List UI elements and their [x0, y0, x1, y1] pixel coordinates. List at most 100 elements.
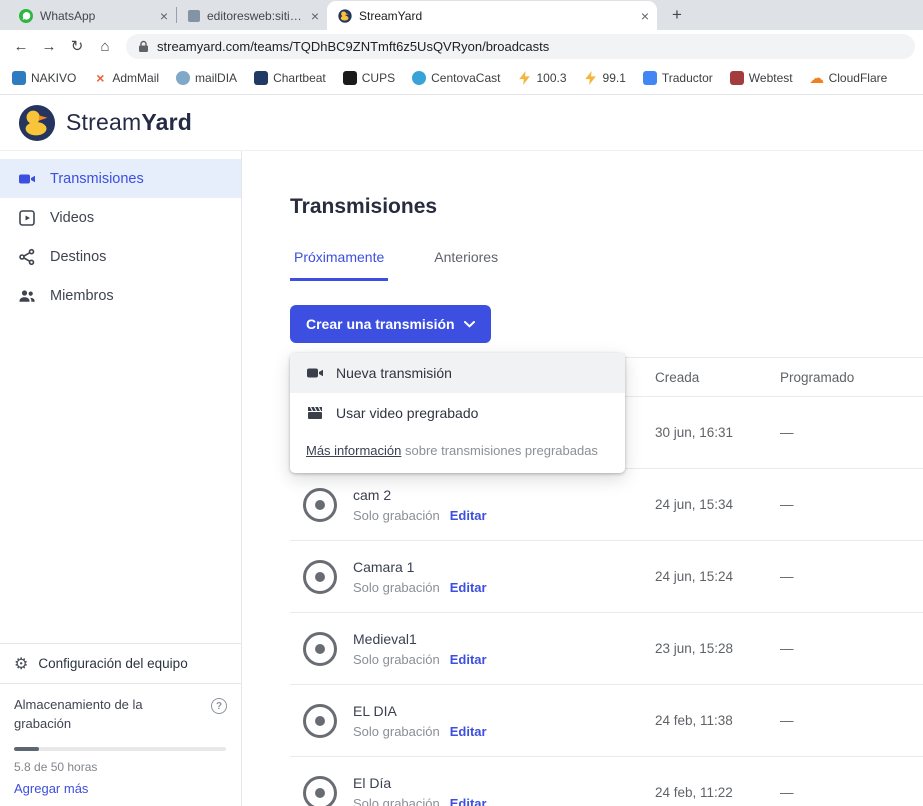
- tab-proximamente[interactable]: Próximamente: [290, 249, 388, 281]
- edit-link[interactable]: Editar: [450, 724, 487, 739]
- bookmark-nakivo[interactable]: NAKIVO: [12, 71, 76, 85]
- created-cell: 30 jun, 16:31: [655, 425, 780, 440]
- scheduled-cell: —: [780, 713, 923, 728]
- bookmark-cloudflare[interactable]: ☁ CloudFlare: [810, 71, 888, 85]
- url-text: streamyard.com/teams/TQDhBC9ZNTmft6z5UsQ…: [157, 39, 549, 54]
- created-cell: 23 jun, 15:28: [655, 641, 780, 656]
- edit-link[interactable]: Editar: [450, 796, 487, 806]
- lock-icon[interactable]: [138, 40, 149, 53]
- maildia-icon: [176, 71, 190, 85]
- address-bar[interactable]: streamyard.com/teams/TQDhBC9ZNTmft6z5UsQ…: [126, 34, 915, 59]
- brand-wordmark: StreamYard: [66, 109, 192, 136]
- created-cell: 24 jun, 15:24: [655, 569, 780, 584]
- create-broadcast-button[interactable]: Crear una transmisión: [290, 305, 491, 343]
- menu-item-prerecorded-video[interactable]: Usar video pregrabado: [290, 393, 625, 433]
- menu-item-label: Nueva transmisión: [336, 365, 452, 381]
- table-row: Medieval1 Solo grabación Editar 23 jun, 1…: [290, 613, 923, 685]
- bookmark-maildia[interactable]: mailDIA: [176, 71, 237, 85]
- clapperboard-icon: [306, 404, 324, 422]
- traductor-icon: [643, 71, 657, 85]
- forward-icon[interactable]: →: [36, 33, 62, 59]
- info-rest: sobre transmisiones pregrabadas: [401, 443, 598, 458]
- broadcast-title: Medieval1: [353, 631, 487, 647]
- bookmark-label: CloudFlare: [829, 71, 888, 85]
- tab-anteriores[interactable]: Anteriores: [430, 249, 502, 281]
- cups-icon: [343, 71, 357, 85]
- bookmark-label: 99.1: [603, 71, 626, 85]
- record-icon: [303, 632, 337, 666]
- tab-title: StreamYard: [359, 9, 634, 23]
- storage-section: Almacenamiento de la grabación ? 5.8 de …: [0, 683, 241, 806]
- sidebar-item-label: Videos: [50, 210, 94, 226]
- bookmark-label: AdmMail: [112, 71, 159, 85]
- bookmark-cups[interactable]: CUPS: [343, 71, 395, 85]
- sidebar-item-videos[interactable]: Videos: [0, 198, 241, 237]
- new-tab-button[interactable]: +: [665, 3, 689, 27]
- broadcast-subtitle: Solo grabación: [353, 724, 440, 739]
- bookmark-99-1[interactable]: 99.1: [584, 71, 626, 85]
- storage-progress-fill: [14, 747, 39, 751]
- sidebar-item-destinos[interactable]: Destinos: [0, 237, 241, 276]
- sidebar-item-label: Destinos: [50, 249, 106, 265]
- sidebar-item-miembros[interactable]: Miembros: [0, 276, 241, 315]
- bookmark-label: 100.3: [536, 71, 566, 85]
- broadcast-tabs: Próximamente Anteriores: [290, 249, 923, 281]
- table-row: El Día Solo grabaciónEditar 24 feb, 11:2…: [290, 757, 923, 806]
- bookmark-100-3[interactable]: 100.3: [517, 71, 566, 85]
- dropdown-info-text: Más información sobre transmisiones preg…: [290, 433, 625, 471]
- browser-tab-eldia[interactable]: editoresweb:sitioweb:eldia.co ×: [177, 1, 327, 30]
- sidebar-spacer: [0, 315, 241, 643]
- edit-link[interactable]: Editar: [450, 508, 487, 523]
- create-broadcast-dropdown: Nueva transmisión Usar video pregrabado …: [290, 353, 625, 473]
- cloud-icon: ☁: [810, 71, 824, 85]
- bookmark-centovacast[interactable]: CentovaCast: [412, 71, 500, 85]
- sidebar-item-transmisiones[interactable]: Transmisiones: [0, 159, 241, 198]
- menu-item-label: Usar video pregrabado: [336, 405, 478, 421]
- table-row: cam 2 Solo grabación Editar 24 jun, 15:34…: [290, 469, 923, 541]
- team-settings-button[interactable]: ⚙ Configuración del equipo: [0, 643, 241, 683]
- help-icon[interactable]: ?: [211, 698, 227, 714]
- video-library-icon: [18, 209, 36, 227]
- created-cell: 24 jun, 15:34: [655, 497, 780, 512]
- broadcast-subtitle: Solo grabación: [353, 652, 440, 667]
- more-info-link[interactable]: Más información: [306, 443, 401, 458]
- reload-icon[interactable]: ↻: [64, 33, 90, 59]
- sidebar: Transmisiones Videos Destinos: [0, 151, 242, 806]
- bookmark-label: NAKIVO: [31, 71, 76, 85]
- content-area: Transmisiones Videos Destinos: [0, 151, 923, 806]
- broadcast-subtitle: Solo grabación: [353, 508, 440, 523]
- bookmark-webtest[interactable]: Webtest: [730, 71, 793, 85]
- home-icon[interactable]: ⌂: [92, 33, 118, 59]
- bolt-icon: [584, 71, 598, 85]
- edit-link[interactable]: Editar: [450, 580, 487, 595]
- close-tab-icon[interactable]: ×: [311, 8, 319, 24]
- record-icon: [303, 776, 337, 806]
- edit-link[interactable]: Editar: [450, 652, 487, 667]
- table-row: EL DIA Solo grabaciónEditar 24 feb, 11:3…: [290, 685, 923, 757]
- create-broadcast-label: Crear una transmisión: [306, 316, 455, 332]
- tab-strip: WhatsApp × editoresweb:sitioweb:eldia.co…: [0, 0, 923, 30]
- bookmark-label: mailDIA: [195, 71, 237, 85]
- people-icon: [18, 287, 36, 305]
- close-tab-icon[interactable]: ×: [641, 8, 649, 24]
- created-cell: 24 feb, 11:22: [655, 785, 780, 800]
- bookmark-admmail[interactable]: ×AdmMail: [93, 71, 159, 85]
- whatsapp-icon: [19, 9, 33, 23]
- bookmark-chartbeat[interactable]: Chartbeat: [254, 71, 326, 85]
- record-icon: [303, 488, 337, 522]
- sidebar-item-label: Miembros: [50, 288, 114, 304]
- close-tab-icon[interactable]: ×: [160, 8, 168, 24]
- table-row: Camara 1 Solo grabaciónEditar 24 jun, 15…: [290, 541, 923, 613]
- bookmark-traductor[interactable]: Traductor: [643, 71, 713, 85]
- main-panel: Transmisiones Próximamente Anteriores Cr…: [242, 151, 923, 806]
- bookmark-label: CentovaCast: [431, 71, 500, 85]
- bookmark-label: Chartbeat: [273, 71, 326, 85]
- chartbeat-icon: [254, 71, 268, 85]
- browser-tab-whatsapp[interactable]: WhatsApp ×: [8, 1, 176, 30]
- add-more-storage-link[interactable]: Agregar más: [14, 781, 227, 796]
- browser-tab-streamyard[interactable]: StreamYard ×: [327, 1, 657, 30]
- back-icon[interactable]: ←: [8, 33, 34, 59]
- menu-item-new-broadcast[interactable]: Nueva transmisión: [290, 353, 625, 393]
- streamyard-logo-icon[interactable]: [18, 104, 56, 142]
- broadcast-title: cam 2: [353, 487, 487, 503]
